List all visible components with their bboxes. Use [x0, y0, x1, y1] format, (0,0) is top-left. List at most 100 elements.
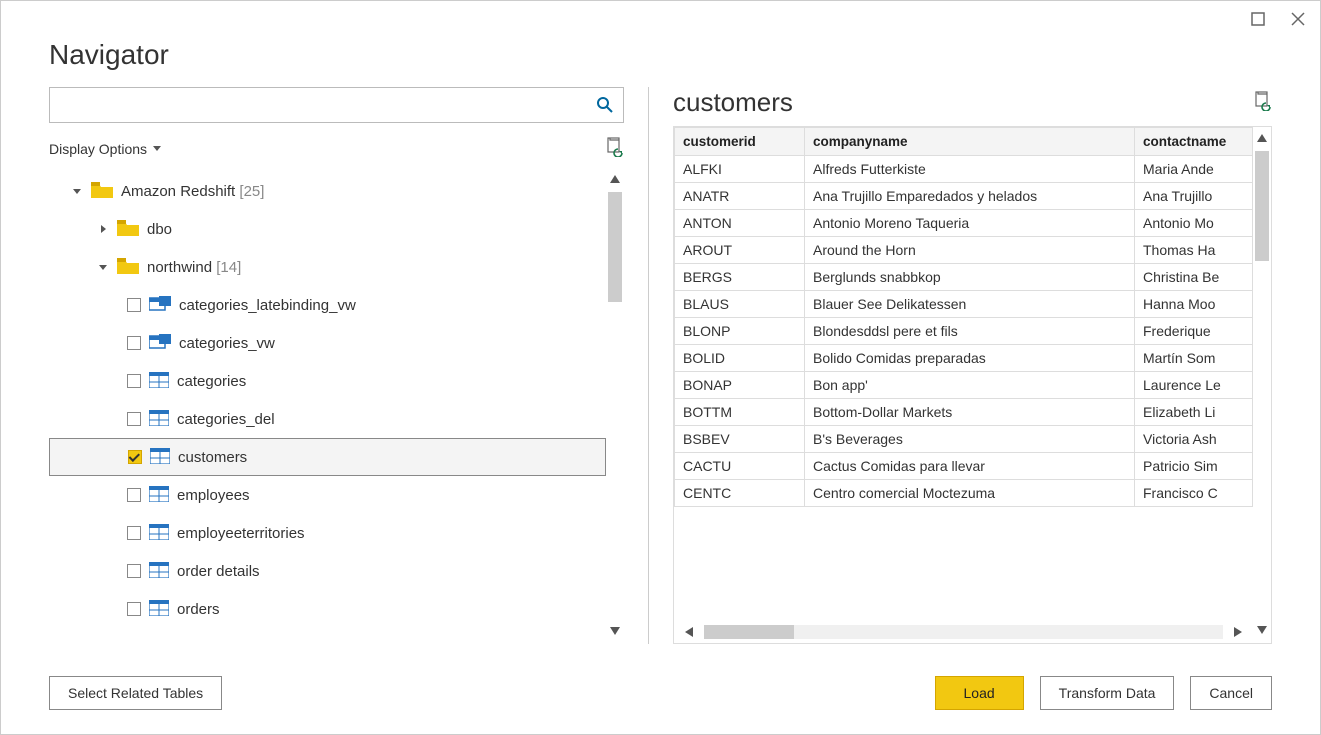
- tree-item-label: categories_latebinding_vw: [179, 297, 356, 314]
- dialog-body: Display Options Amazon Redshift [25]: [1, 87, 1320, 662]
- column-header[interactable]: companyname: [805, 128, 1135, 156]
- tree-item[interactable]: categories: [49, 362, 606, 400]
- expander-icon[interactable]: [97, 265, 109, 270]
- display-options-dropdown[interactable]: Display Options: [49, 141, 161, 157]
- table-cell: Blauer See Delikatessen: [805, 291, 1135, 318]
- chevron-down-icon: [153, 146, 161, 151]
- preview-title: customers: [673, 87, 793, 118]
- transform-data-button[interactable]: Transform Data: [1040, 676, 1175, 710]
- table-row[interactable]: BOLIDBolido Comidas preparadasMartín Som: [675, 345, 1253, 372]
- checkbox[interactable]: [128, 450, 142, 464]
- search-input[interactable]: [50, 88, 587, 122]
- table-vertical-scrollbar[interactable]: [1253, 127, 1271, 643]
- refresh-preview-button[interactable]: [1254, 91, 1272, 114]
- table-cell: BONAP: [675, 372, 805, 399]
- scroll-up-icon[interactable]: [608, 172, 622, 188]
- table-cell: BERGS: [675, 264, 805, 291]
- tree-item-label: categories: [177, 373, 246, 390]
- scrollbar-track[interactable]: [704, 625, 1223, 639]
- table-cell: Ana Trujillo: [1135, 183, 1253, 210]
- table-row[interactable]: BLONPBlondesddsl pere et filsFrederique: [675, 318, 1253, 345]
- tree-node-root[interactable]: Amazon Redshift [25]: [49, 172, 606, 210]
- table-row[interactable]: CACTUCactus Comidas para llevarPatricio …: [675, 453, 1253, 480]
- tree-item[interactable]: employees: [49, 476, 606, 514]
- table-row[interactable]: CENTCCentro comercial MoctezumaFrancisco…: [675, 480, 1253, 507]
- preview-table[interactable]: customeridcompanynamecontactname ALFKIAl…: [674, 127, 1253, 507]
- table-icon: [149, 562, 169, 581]
- tree-item[interactable]: orders: [49, 590, 606, 628]
- scroll-up-icon[interactable]: [1255, 131, 1269, 147]
- search-box[interactable]: [49, 87, 624, 123]
- checkbox[interactable]: [127, 564, 141, 578]
- table-cell: Maria Ande: [1135, 156, 1253, 183]
- table-cell: ANTON: [675, 210, 805, 237]
- preview-header: customers: [673, 87, 1272, 118]
- maximize-button[interactable]: [1248, 9, 1268, 29]
- tree-item[interactable]: categories_latebinding_vw: [49, 286, 606, 324]
- scroll-right-icon[interactable]: [1223, 625, 1253, 639]
- table-icon: [149, 372, 169, 391]
- checkbox[interactable]: [127, 298, 141, 312]
- scroll-left-icon[interactable]: [674, 625, 704, 639]
- cancel-button[interactable]: Cancel: [1190, 676, 1272, 710]
- table-row[interactable]: ANATRAna Trujillo Emparedados y heladosA…: [675, 183, 1253, 210]
- table-row[interactable]: AROUTAround the HornThomas Ha: [675, 237, 1253, 264]
- preview-table-area: customeridcompanynamecontactname ALFKIAl…: [674, 127, 1253, 643]
- table-row[interactable]: ANTONAntonio Moreno TaqueriaAntonio Mo: [675, 210, 1253, 237]
- refresh-tree-button[interactable]: [606, 137, 624, 160]
- table-icon: [149, 524, 169, 543]
- table-row[interactable]: BLAUSBlauer See DelikatessenHanna Moo: [675, 291, 1253, 318]
- table-cell: B's Beverages: [805, 426, 1135, 453]
- tree-item-label: categories_vw: [179, 335, 275, 352]
- select-related-tables-button[interactable]: Select Related Tables: [49, 676, 222, 710]
- checkbox[interactable]: [127, 488, 141, 502]
- table-icon: [149, 410, 169, 429]
- dialog-footer: Select Related Tables Load Transform Dat…: [1, 662, 1320, 734]
- scroll-down-icon[interactable]: [608, 624, 622, 640]
- table-row[interactable]: BONAPBon app'Laurence Le: [675, 372, 1253, 399]
- column-header[interactable]: contactname: [1135, 128, 1253, 156]
- scrollbar-thumb[interactable]: [1255, 151, 1269, 261]
- horizontal-scrollbar[interactable]: [674, 621, 1253, 643]
- table-row[interactable]: ALFKIAlfreds FutterkisteMaria Ande: [675, 156, 1253, 183]
- tree-node-schema-northwind[interactable]: northwind [14]: [49, 248, 606, 286]
- checkbox[interactable]: [127, 602, 141, 616]
- checkbox[interactable]: [127, 412, 141, 426]
- expander-icon[interactable]: [71, 189, 83, 194]
- tree-container: Amazon Redshift [25] dbo northwind [14]: [49, 168, 624, 644]
- tree[interactable]: Amazon Redshift [25] dbo northwind [14]: [49, 168, 606, 644]
- table-row[interactable]: BOTTMBottom-Dollar MarketsElizabeth Li: [675, 399, 1253, 426]
- scroll-down-icon[interactable]: [1255, 623, 1269, 639]
- column-header[interactable]: customerid: [675, 128, 805, 156]
- table-cell: AROUT: [675, 237, 805, 264]
- expander-icon[interactable]: [97, 225, 109, 233]
- tree-item[interactable]: employeeterritories: [49, 514, 606, 552]
- options-row: Display Options: [49, 137, 624, 160]
- load-button[interactable]: Load: [935, 676, 1024, 710]
- scrollbar-thumb[interactable]: [608, 192, 622, 302]
- view-icon: [149, 296, 171, 315]
- navigator-dialog: Navigator Display Options: [0, 0, 1321, 735]
- table-cell: BOLID: [675, 345, 805, 372]
- tree-node-schema-dbo[interactable]: dbo: [49, 210, 606, 248]
- table-cell: BSBEV: [675, 426, 805, 453]
- tree-item[interactable]: categories_del: [49, 400, 606, 438]
- search-icon[interactable]: [587, 96, 623, 114]
- table-cell: Bolido Comidas preparadas: [805, 345, 1135, 372]
- tree-item[interactable]: customers: [49, 438, 606, 476]
- table-row[interactable]: BERGSBerglunds snabbkopChristina Be: [675, 264, 1253, 291]
- tree-item[interactable]: order details: [49, 552, 606, 590]
- dialog-header: Navigator: [1, 1, 1320, 87]
- tree-item[interactable]: categories_vw: [49, 324, 606, 362]
- table-row[interactable]: BSBEVB's BeveragesVictoria Ash: [675, 426, 1253, 453]
- checkbox[interactable]: [127, 336, 141, 350]
- table-cell: Around the Horn: [805, 237, 1135, 264]
- table-cell: Hanna Moo: [1135, 291, 1253, 318]
- scrollbar-thumb[interactable]: [704, 625, 794, 639]
- checkbox[interactable]: [127, 374, 141, 388]
- checkbox[interactable]: [127, 526, 141, 540]
- tree-item-label: customers: [178, 449, 247, 466]
- table-cell: Bottom-Dollar Markets: [805, 399, 1135, 426]
- close-button[interactable]: [1288, 9, 1308, 29]
- tree-scrollbar[interactable]: [606, 168, 624, 644]
